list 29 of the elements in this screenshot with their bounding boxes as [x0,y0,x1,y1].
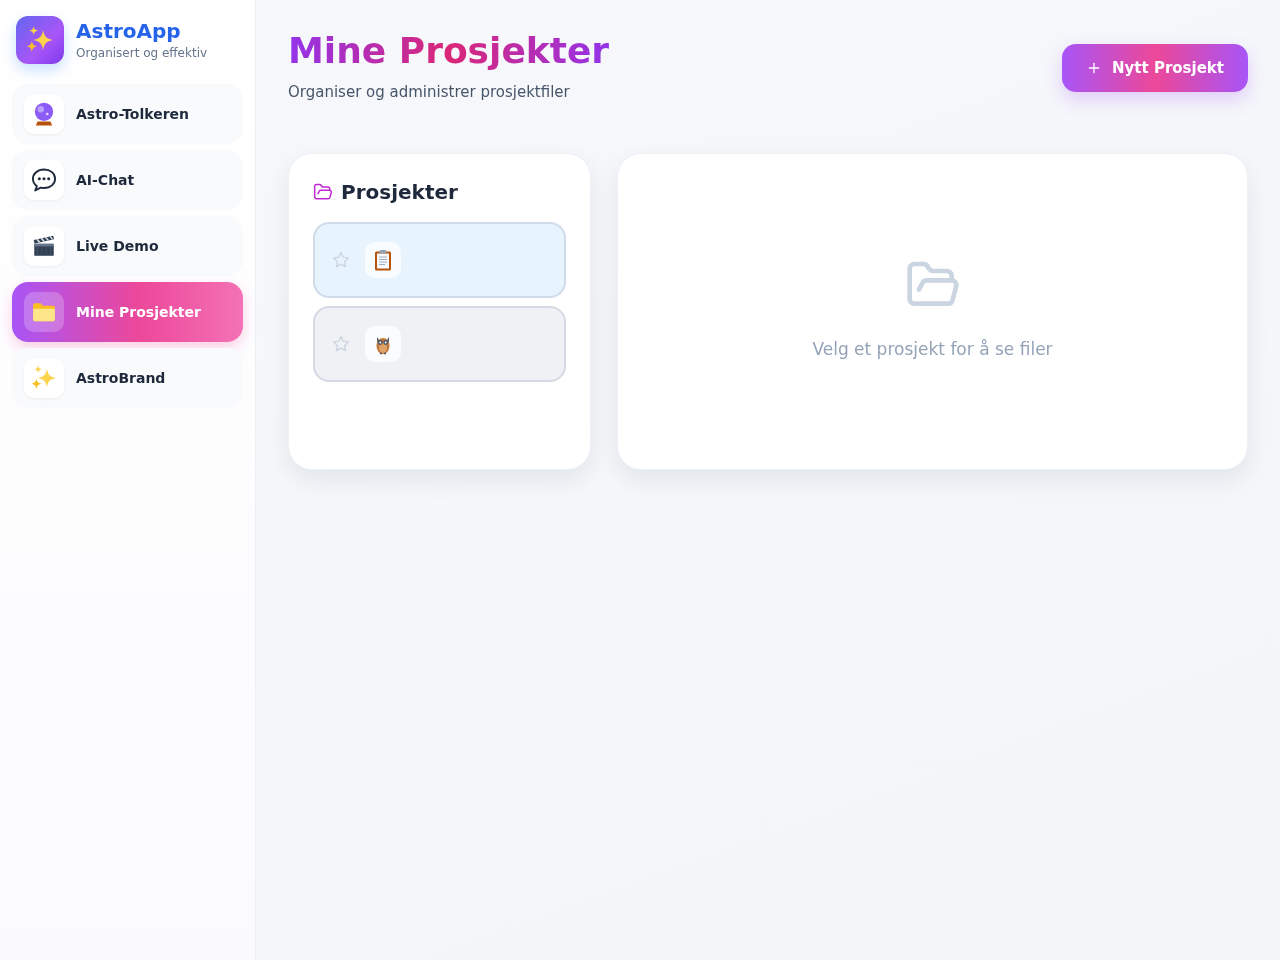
sparkles-logo-icon [16,16,64,64]
nav-item-label: Astro-Tolkeren [76,106,190,122]
nav-item[interactable]: Astro-Tolkeren [12,84,243,144]
empty-state-message: Velg et prosjekt for å se filer [812,337,1053,361]
nav-item[interactable]: Mine Prosjekter [12,282,243,342]
sparkles-icon [24,358,64,398]
nav-item[interactable]: AstroBrand [12,348,243,408]
page-subtitle: Organiser og administrer prosjektfiler [288,82,571,102]
new-project-button[interactable]: Nytt Prosjekt [1062,44,1248,92]
plus-icon [1086,60,1102,76]
nav-item-label: Mine Prosjekter [76,304,201,320]
speech-bubble-icon [24,160,64,200]
nav-item[interactable]: Live Demo [12,216,243,276]
star-icon[interactable] [331,250,351,270]
clapperboard-icon [24,226,64,266]
folder-open-icon [313,182,333,202]
clipboard-icon [365,242,401,278]
panel-title: Prosjekter [341,180,458,204]
star-icon[interactable] [331,334,351,354]
folder-icon [24,292,64,332]
nav-item-label: AI-Chat [76,172,135,188]
project-card[interactable] [313,306,566,382]
owl-icon [365,326,401,362]
app-tagline: Organisert og effektiv [76,45,208,61]
project-card[interactable] [313,222,566,298]
app-title: AstroApp [76,19,182,43]
nav-item-label: Live Demo [76,238,159,254]
nav-item-label: AstroBrand [76,370,166,386]
nav-item[interactable]: AI-Chat [12,150,243,210]
